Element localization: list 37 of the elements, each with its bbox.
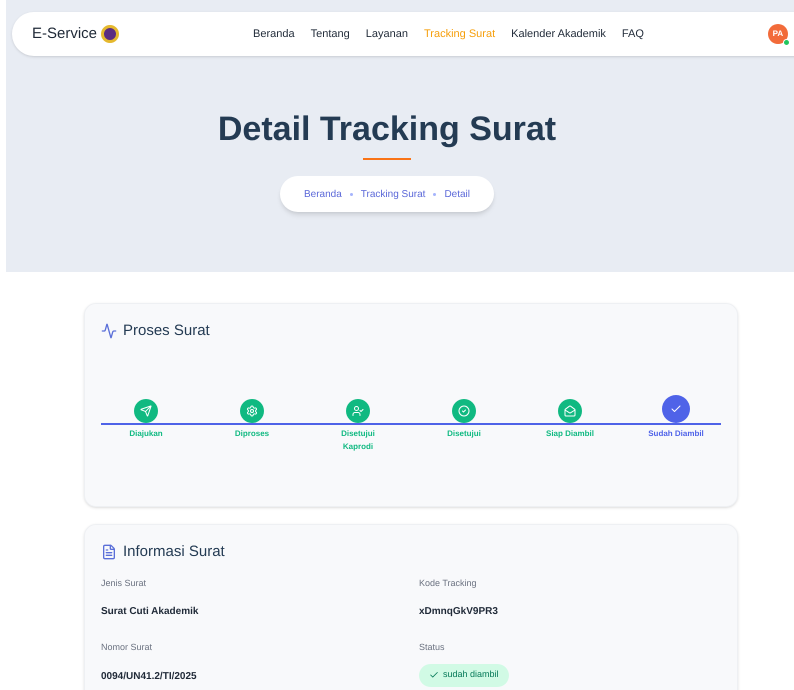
nav-link[interactable]: FAQ — [622, 26, 644, 42]
field-label: Kode Tracking — [419, 576, 478, 590]
card-title: Informasi Surat — [123, 542, 225, 562]
breadcrumb-link[interactable]: Detail — [444, 186, 470, 202]
field-label: Nomor Surat — [101, 641, 154, 654]
field-label: Status — [419, 641, 446, 654]
title-underline — [363, 158, 411, 160]
nav-link[interactable]: Kalender Akademik — [511, 26, 606, 42]
field-value: xDmnqGkV9PR3 — [419, 605, 499, 619]
step-label: Diajukan — [129, 428, 163, 440]
breadcrumb-link[interactable]: Tracking Surat — [360, 186, 426, 202]
nav-link[interactable]: Layanan — [366, 26, 408, 42]
check-icon — [429, 670, 439, 680]
field-label: Jenis Surat — [101, 576, 148, 590]
pulse-icon — [101, 323, 117, 340]
status-badge: sudah diambil — [419, 664, 509, 686]
field-value: Surat Cuti Akademik — [101, 605, 200, 619]
gear-icon — [246, 404, 258, 416]
step-label: Siap Diambil — [546, 428, 594, 440]
nav-link[interactable]: Beranda — [253, 26, 295, 42]
step-label: Disetujui Kaprodi — [340, 428, 376, 452]
step-label: Diproses — [234, 428, 270, 440]
paper-plane-icon — [140, 404, 152, 416]
field-value: 0094/UN41.2/TI/2025 — [101, 670, 198, 684]
page-title: Detail Tracking Surat — [218, 112, 558, 146]
step-label: Sudah Diambil — [648, 428, 704, 440]
check-circle-icon — [458, 404, 470, 416]
document-icon — [101, 544, 117, 560]
check-icon — [670, 402, 682, 414]
nav-link[interactable]: Tentang — [310, 26, 350, 42]
envelope-icon — [564, 404, 576, 416]
logo-icon — [101, 25, 120, 43]
step-label: Disetujui — [447, 428, 481, 440]
brand-name: E-Service — [32, 24, 98, 44]
card-title: Proses Surat — [123, 321, 210, 341]
breadcrumb-link[interactable]: Beranda — [304, 186, 342, 202]
user-check-icon — [352, 404, 364, 416]
